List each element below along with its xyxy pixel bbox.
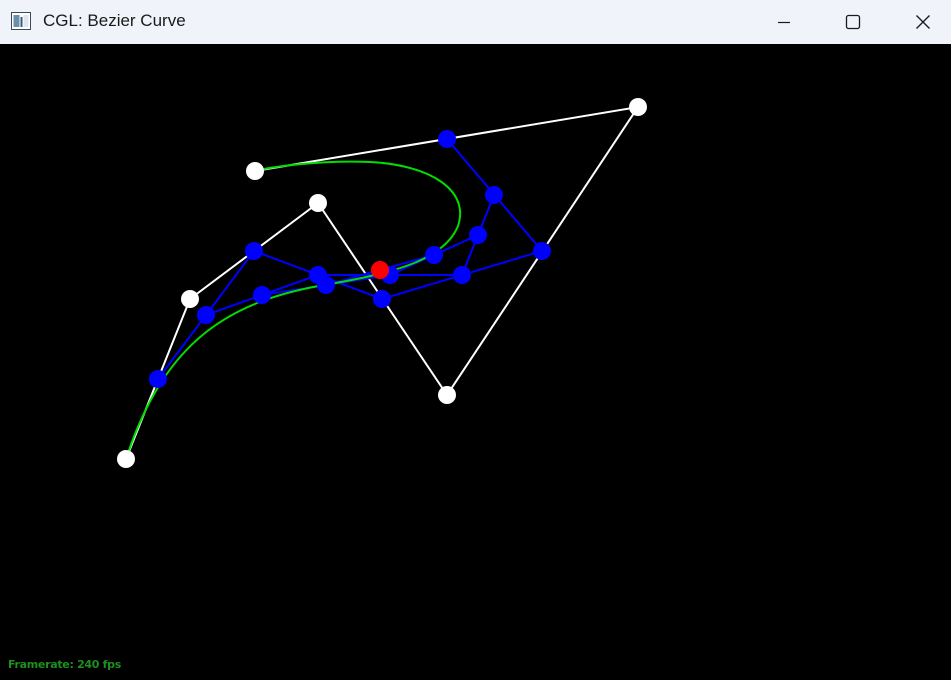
- intermediate-point[interactable]: [373, 290, 391, 308]
- app-window-icon: [11, 12, 31, 30]
- intermediate-point[interactable]: [453, 266, 471, 284]
- control-point[interactable]: [117, 450, 135, 468]
- minimize-icon: [778, 21, 790, 24]
- intermediate-polygons: [157, 138, 544, 380]
- maximize-button[interactable]: [830, 0, 876, 44]
- control-point[interactable]: [246, 162, 264, 180]
- maximize-icon: [845, 14, 861, 30]
- intermediate-point[interactable]: [245, 242, 263, 260]
- level-1-line: [157, 138, 544, 380]
- close-button[interactable]: [900, 0, 946, 44]
- close-icon: [916, 15, 930, 29]
- control-polygon: [125, 105, 641, 460]
- minimize-button[interactable]: [761, 0, 807, 44]
- control-point[interactable]: [438, 386, 456, 404]
- intermediate-point[interactable]: [469, 226, 487, 244]
- intermediate-point[interactable]: [485, 186, 503, 204]
- app-window: CGL: Bezier Curve Framerate: 240 fps: [0, 0, 951, 680]
- control-points: [117, 98, 647, 468]
- intermediate-point[interactable]: [253, 286, 271, 304]
- evaluated-curve-point[interactable]: [371, 261, 389, 279]
- intermediate-point[interactable]: [149, 370, 167, 388]
- title-bar[interactable]: CGL: Bezier Curve: [0, 0, 951, 44]
- intermediate-point[interactable]: [317, 276, 335, 294]
- intermediate-point[interactable]: [197, 306, 215, 324]
- window-title: CGL: Bezier Curve: [43, 11, 186, 30]
- framerate-label: Framerate: 240 fps: [8, 658, 121, 671]
- control-polygon-line: [125, 105, 641, 460]
- bezier-curve: [125, 160, 461, 460]
- control-point[interactable]: [181, 290, 199, 308]
- render-canvas[interactable]: [0, 44, 951, 680]
- control-point[interactable]: [309, 194, 327, 212]
- intermediate-points: [149, 130, 551, 388]
- intermediate-point[interactable]: [425, 246, 443, 264]
- intermediate-point[interactable]: [533, 242, 551, 260]
- control-point[interactable]: [629, 98, 647, 116]
- intermediate-point[interactable]: [438, 130, 456, 148]
